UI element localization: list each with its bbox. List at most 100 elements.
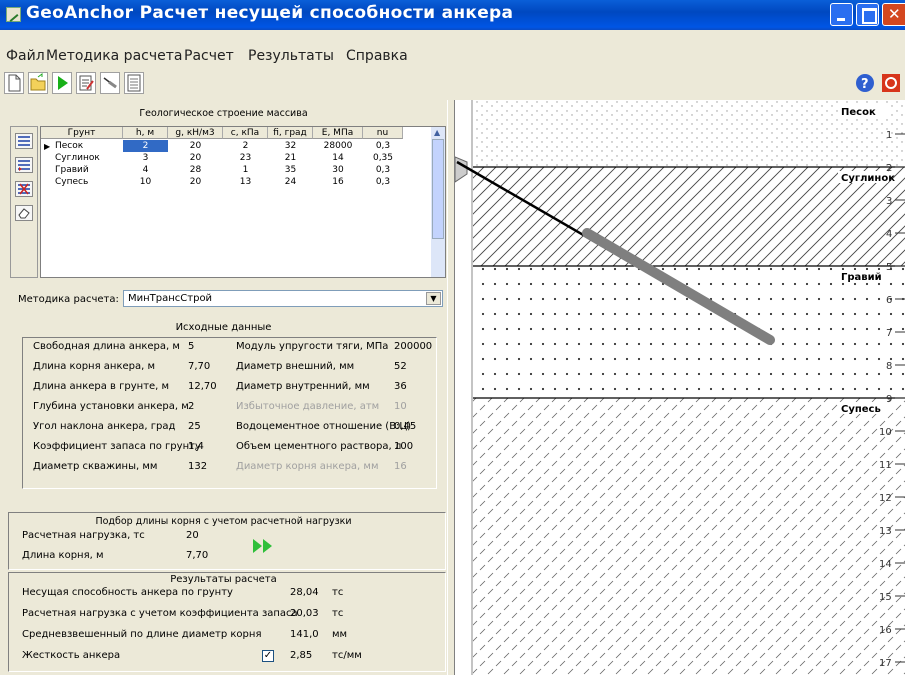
table-cell[interactable]: 2 (123, 140, 168, 152)
table-cell[interactable]: Супесь (41, 176, 123, 188)
chevron-down-icon[interactable]: ▼ (426, 292, 441, 305)
fast-forward-icon[interactable] (252, 538, 274, 557)
depth-tick-label: 11 (879, 460, 892, 471)
result-label: Средневзвешенный по длине диаметр корня (22, 629, 262, 640)
soil-layer (473, 266, 905, 398)
table-cell[interactable]: Суглинок (41, 152, 123, 164)
insert-layer-icon[interactable] (15, 157, 33, 173)
window-title: GeoAnchor Расчет несущей способности анк… (26, 3, 514, 23)
panel-splitter[interactable] (447, 100, 455, 675)
geology-table[interactable]: Грунт h, м g, кН/м3 c, кПа fi, град E, М… (40, 126, 446, 278)
depth-tick-label: 1 (886, 130, 892, 141)
table-row[interactable]: Суглинок 3 20 23 21 14 0,35 (41, 152, 434, 164)
fit-load-label: Расчетная нагрузка, тс (22, 530, 145, 541)
table-cell[interactable]: 20 (168, 140, 223, 152)
layer-label: Супесь (841, 404, 881, 415)
table-cell[interactable]: 32 (268, 140, 313, 152)
fit-title: Подбор длины корня с учетом расчетной на… (95, 516, 352, 527)
table-row[interactable]: Супесь 10 20 13 24 16 0,3 (41, 176, 434, 188)
table-cell[interactable]: 35 (268, 164, 313, 176)
depth-tick-label: 7 (886, 328, 892, 339)
result-unit: тс/мм (332, 650, 362, 661)
menu-help[interactable]: Справка (346, 48, 408, 64)
table-cell[interactable]: 21 (268, 152, 313, 164)
menu-file[interactable]: Файл (6, 48, 45, 64)
open-folder-icon[interactable] (28, 72, 48, 94)
table-cell[interactable]: 30 (313, 164, 363, 176)
table-cell[interactable]: 4 (123, 164, 168, 176)
table-cell[interactable]: 3 (123, 152, 168, 164)
method-select[interactable]: МинТрансСтрой ▼ (123, 290, 443, 307)
table-cell[interactable]: 28000 (313, 140, 363, 152)
layer-label: Гравий (841, 272, 882, 283)
fit-root-input[interactable]: 7,70 (186, 550, 208, 561)
depth-tick-label: 12 (879, 493, 892, 504)
eraser-icon[interactable] (15, 205, 33, 221)
col-fi: fi, град (268, 127, 313, 139)
menu-method[interactable]: Методика расчета (46, 48, 182, 64)
report-icon[interactable] (124, 72, 144, 94)
depth-tick-label: 8 (886, 361, 892, 372)
result-unit: мм (332, 629, 348, 640)
depth-tick-label: 6 (886, 295, 892, 306)
edit-icon[interactable] (76, 72, 96, 94)
close-button[interactable] (882, 3, 905, 26)
add-layer-icon[interactable] (15, 133, 33, 149)
table-cell[interactable]: 20 (168, 152, 223, 164)
depth-tick-label: 16 (879, 625, 892, 636)
table-row[interactable]: Песок 2 20 2 32 28000 0,3 ▶ (41, 140, 434, 152)
delete-layer-icon[interactable] (15, 181, 33, 197)
fit-root-label: Длина корня, м (22, 550, 104, 561)
stiffness-checkbox[interactable]: ✓ (262, 650, 274, 662)
maximize-button[interactable] (856, 3, 879, 26)
table-cell[interactable]: 0,3 (363, 164, 403, 176)
result-unit: тс (332, 608, 344, 619)
menu-results[interactable]: Результаты (248, 48, 334, 64)
geology-header-row: Грунт h, м g, кН/м3 c, кПа fi, град E, М… (41, 127, 434, 139)
row-pointer-icon: ▶ (44, 142, 51, 151)
run-icon[interactable] (52, 72, 72, 94)
depth-tick-label: 4 (886, 229, 892, 240)
table-cell[interactable]: 13 (223, 176, 268, 188)
menu-calculation[interactable]: Расчет (184, 48, 234, 64)
inputs-title: Исходные данные (175, 322, 272, 333)
depth-tick-label: 3 (886, 196, 892, 207)
toolbar: ? (0, 70, 905, 100)
table-cell[interactable]: 20 (168, 176, 223, 188)
col-soil: Грунт (41, 127, 123, 139)
table-cell[interactable]: 14 (313, 152, 363, 164)
inputs-frame (22, 337, 437, 489)
table-cell[interactable]: 0,3 (363, 176, 403, 188)
depth-tick-label: 10 (879, 427, 892, 438)
depth-tick-label: 9 (886, 394, 892, 405)
depth-tick-label: 5 (886, 262, 892, 273)
table-cell[interactable]: 16 (313, 176, 363, 188)
layer-label: Суглинок (841, 173, 895, 184)
depth-tick-label: 15 (879, 592, 892, 603)
table-row[interactable]: Гравий 4 28 1 35 30 0,3 (41, 164, 434, 176)
result-value: 28,04 (290, 587, 319, 598)
col-e: E, МПа (313, 127, 363, 139)
help-icon[interactable]: ? (855, 72, 875, 94)
table-cell[interactable]: Гравий (41, 164, 123, 176)
col-g: g, кН/м3 (168, 127, 223, 139)
fit-load-input[interactable]: 20 (186, 530, 199, 541)
exit-icon[interactable] (880, 72, 905, 94)
app-icon (6, 7, 21, 22)
geology-scrollbar[interactable]: ▲ (431, 127, 445, 277)
table-cell[interactable]: 10 (123, 176, 168, 188)
table-cell[interactable]: 28 (168, 164, 223, 176)
table-cell[interactable]: Песок (41, 140, 123, 152)
method-value: МинТрансСтрой (128, 293, 213, 304)
table-cell[interactable]: 24 (268, 176, 313, 188)
geology-title: Геологическое строение массива (139, 108, 308, 119)
table-cell[interactable]: 2 (223, 140, 268, 152)
table-cell[interactable]: 0,3 (363, 140, 403, 152)
table-cell[interactable]: 1 (223, 164, 268, 176)
new-file-icon[interactable] (4, 72, 24, 94)
table-cell[interactable]: 0,35 (363, 152, 403, 164)
minimize-button[interactable] (830, 3, 853, 26)
anchor-icon[interactable] (100, 72, 120, 94)
table-cell[interactable]: 23 (223, 152, 268, 164)
svg-text:?: ? (861, 77, 869, 92)
